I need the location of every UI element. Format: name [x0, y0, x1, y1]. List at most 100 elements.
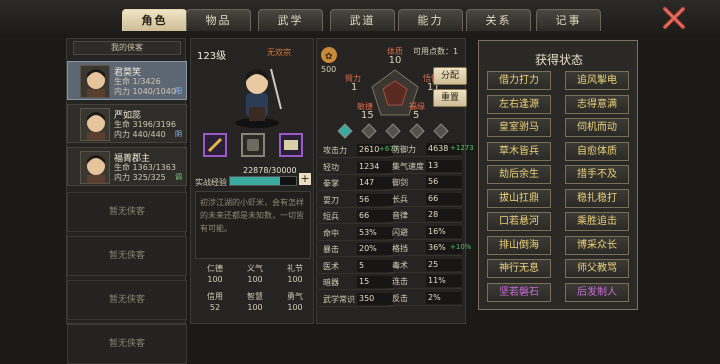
status-item[interactable]: 伺机而动 — [565, 118, 629, 137]
stat-value: 28 — [426, 209, 462, 221]
gem-slot-icon[interactable] — [385, 123, 401, 139]
gem-slot-icon[interactable] — [409, 123, 425, 139]
scroll-icon — [284, 140, 298, 150]
add-exp-button[interactable]: + — [299, 173, 311, 185]
status-item[interactable]: 坚若磐石 — [487, 282, 551, 302]
accessory-slot[interactable] — [279, 133, 303, 157]
tab-3[interactable]: 武道 — [330, 9, 395, 31]
stat-value: 25 — [426, 258, 462, 271]
sect-label: 无双宗 — [267, 48, 291, 57]
status-item[interactable]: 追风掣电 — [565, 71, 629, 90]
status-item[interactable]: 皇室驸马 — [487, 118, 551, 137]
minjie-value: 15 — [361, 110, 374, 121]
status-item[interactable]: 拔山扛鼎 — [487, 188, 551, 208]
status-item[interactable]: 神行无息 — [487, 259, 551, 278]
stat-row: 集气速度 13 — [388, 159, 462, 174]
status-item[interactable]: 博采众长 — [565, 235, 629, 255]
tab-1[interactable]: 物品 — [186, 9, 251, 31]
virtue-value: 100 — [207, 275, 223, 284]
hero-card[interactable]: 福菁郡主 生命 1363/1363 内力 325/325 调 — [67, 147, 187, 186]
empty-slot[interactable]: 暂无侠客 — [67, 324, 187, 364]
close-icon — [663, 7, 685, 29]
status-item[interactable]: 左右逢源 — [487, 94, 551, 114]
stat-value: 2% — [426, 291, 462, 304]
level-label: 123级 — [197, 51, 227, 62]
tab-4[interactable]: 能力 — [398, 9, 463, 31]
stat-row: 轻功 1234 — [319, 160, 393, 175]
gem-slot-icon[interactable] — [361, 123, 377, 139]
empty-slot[interactable]: 暂无侠客 — [67, 280, 187, 320]
status-item[interactable]: 口若悬河 — [487, 212, 551, 231]
status-item[interactable]: 师父教骂 — [565, 259, 629, 278]
status-item[interactable]: 志得意满 — [565, 94, 629, 114]
stat-label: 轻功 — [323, 162, 339, 172]
virtue-value: 100 — [247, 275, 263, 284]
stat-bonus: +1273 — [450, 144, 474, 152]
status-title: 获得状态 — [534, 53, 583, 67]
virtue-value: 100 — [287, 275, 303, 284]
status-item[interactable]: 乘胜追击 — [565, 212, 629, 231]
coin-value: 500 — [321, 65, 337, 74]
status-panel: 获得状态 借力打力 追风掣电 左右逢源 志得意满 皇室驸马 伺机而动 草木皆兵 自愈体质 劫后余… — [478, 40, 638, 310]
armor-slot[interactable] — [241, 133, 265, 157]
reset-button[interactable]: 重置 — [433, 89, 467, 107]
status-item[interactable]: 草木皆兵 — [487, 141, 551, 161]
hero-tag: 阳 — [175, 87, 182, 95]
character-panel: 123级 无双宗 实战经验 22878/30000 + 初涉江湖的小虾米，会有怎… — [190, 38, 314, 324]
stat-label: 拳掌 — [323, 179, 339, 188]
assign-button[interactable]: 分配 — [433, 67, 467, 85]
gem-slot-icon[interactable] — [337, 123, 353, 139]
svg-text:✿: ✿ — [325, 52, 333, 62]
empty-slot[interactable]: 暂无侠客 — [67, 236, 187, 276]
stat-label: 命中 — [323, 228, 339, 238]
stat-label: 耍刀 — [323, 195, 339, 205]
stat-label: 攻击力 — [323, 146, 347, 155]
hero-card[interactable]: 君莫笑 生命 1/3426 内力 1040/1040 阳 — [67, 61, 187, 100]
tab-0[interactable]: 角色 — [122, 9, 187, 31]
virtue-value: 100 — [287, 303, 303, 312]
stat-row: 命中 53% — [319, 226, 393, 241]
virtue-value: 52 — [209, 303, 221, 312]
weapon-slot[interactable] — [203, 133, 227, 157]
exp-bar — [229, 176, 297, 186]
hero-mp: 内力 440/440 — [114, 130, 166, 139]
close-button[interactable] — [660, 6, 688, 30]
virtue-label: 勇气 — [287, 292, 303, 301]
tab-5[interactable]: 关系 — [466, 9, 531, 31]
character-description: 初涉江湖的小虾米，会有怎样的未来还都是未知数，一切皆有可能。 — [195, 191, 311, 259]
stat-label: 御剑 — [392, 178, 408, 187]
stat-value: 11% — [426, 275, 462, 287]
empty-slot[interactable]: 暂无侠客 — [67, 192, 187, 232]
stat-row: 连击 11% — [388, 274, 462, 289]
virtue-label: 仁德 — [207, 264, 223, 273]
stat-value: 13 — [426, 159, 462, 172]
stat-label: 医术 — [323, 261, 339, 271]
status-item[interactable]: 借力打力 — [487, 71, 551, 90]
gem-slot-icon[interactable] — [433, 123, 449, 139]
tab-2[interactable]: 武学 — [258, 9, 323, 31]
hero-tag: 阴 — [175, 130, 182, 138]
hero-tag: 调 — [175, 173, 182, 181]
hero-avatar — [80, 65, 110, 98]
exp-value: 22878/30000 — [243, 166, 297, 175]
status-item[interactable]: 劫后余生 — [487, 165, 551, 184]
stat-label: 防御力 — [392, 145, 416, 154]
tab-6[interactable]: 记事 — [536, 9, 601, 31]
status-item[interactable]: 稳扎稳打 — [565, 188, 629, 208]
armor-icon — [247, 139, 259, 151]
stat-label: 毒术 — [392, 260, 408, 270]
hero-card[interactable]: 严如蕊 生命 3196/3196 内力 440/440 阴 — [67, 104, 187, 143]
status-item[interactable]: 自愈体质 — [565, 141, 629, 161]
status-item[interactable]: 排山倒海 — [487, 235, 551, 255]
character-portrait — [227, 59, 287, 129]
stat-label: 短兵 — [323, 212, 339, 221]
stat-row: 拳掌 147 — [319, 176, 393, 191]
status-item[interactable]: 措手不及 — [565, 165, 629, 184]
status-item[interactable]: 后发制人 — [565, 282, 629, 302]
stat-label: 集气速度 — [392, 161, 424, 171]
stat-row: 攻击力 2610 +673 — [319, 143, 398, 158]
stat-row: 医术 5 — [319, 259, 393, 274]
stat-row: 格挡 36% +10% — [388, 241, 471, 256]
hero-list-panel: 我的侠客 君莫笑 生命 1/3426 内力 1040/1040 阳严如蕊 生命 3196… — [66, 38, 187, 364]
stat-row: 音律 28 — [388, 208, 462, 223]
